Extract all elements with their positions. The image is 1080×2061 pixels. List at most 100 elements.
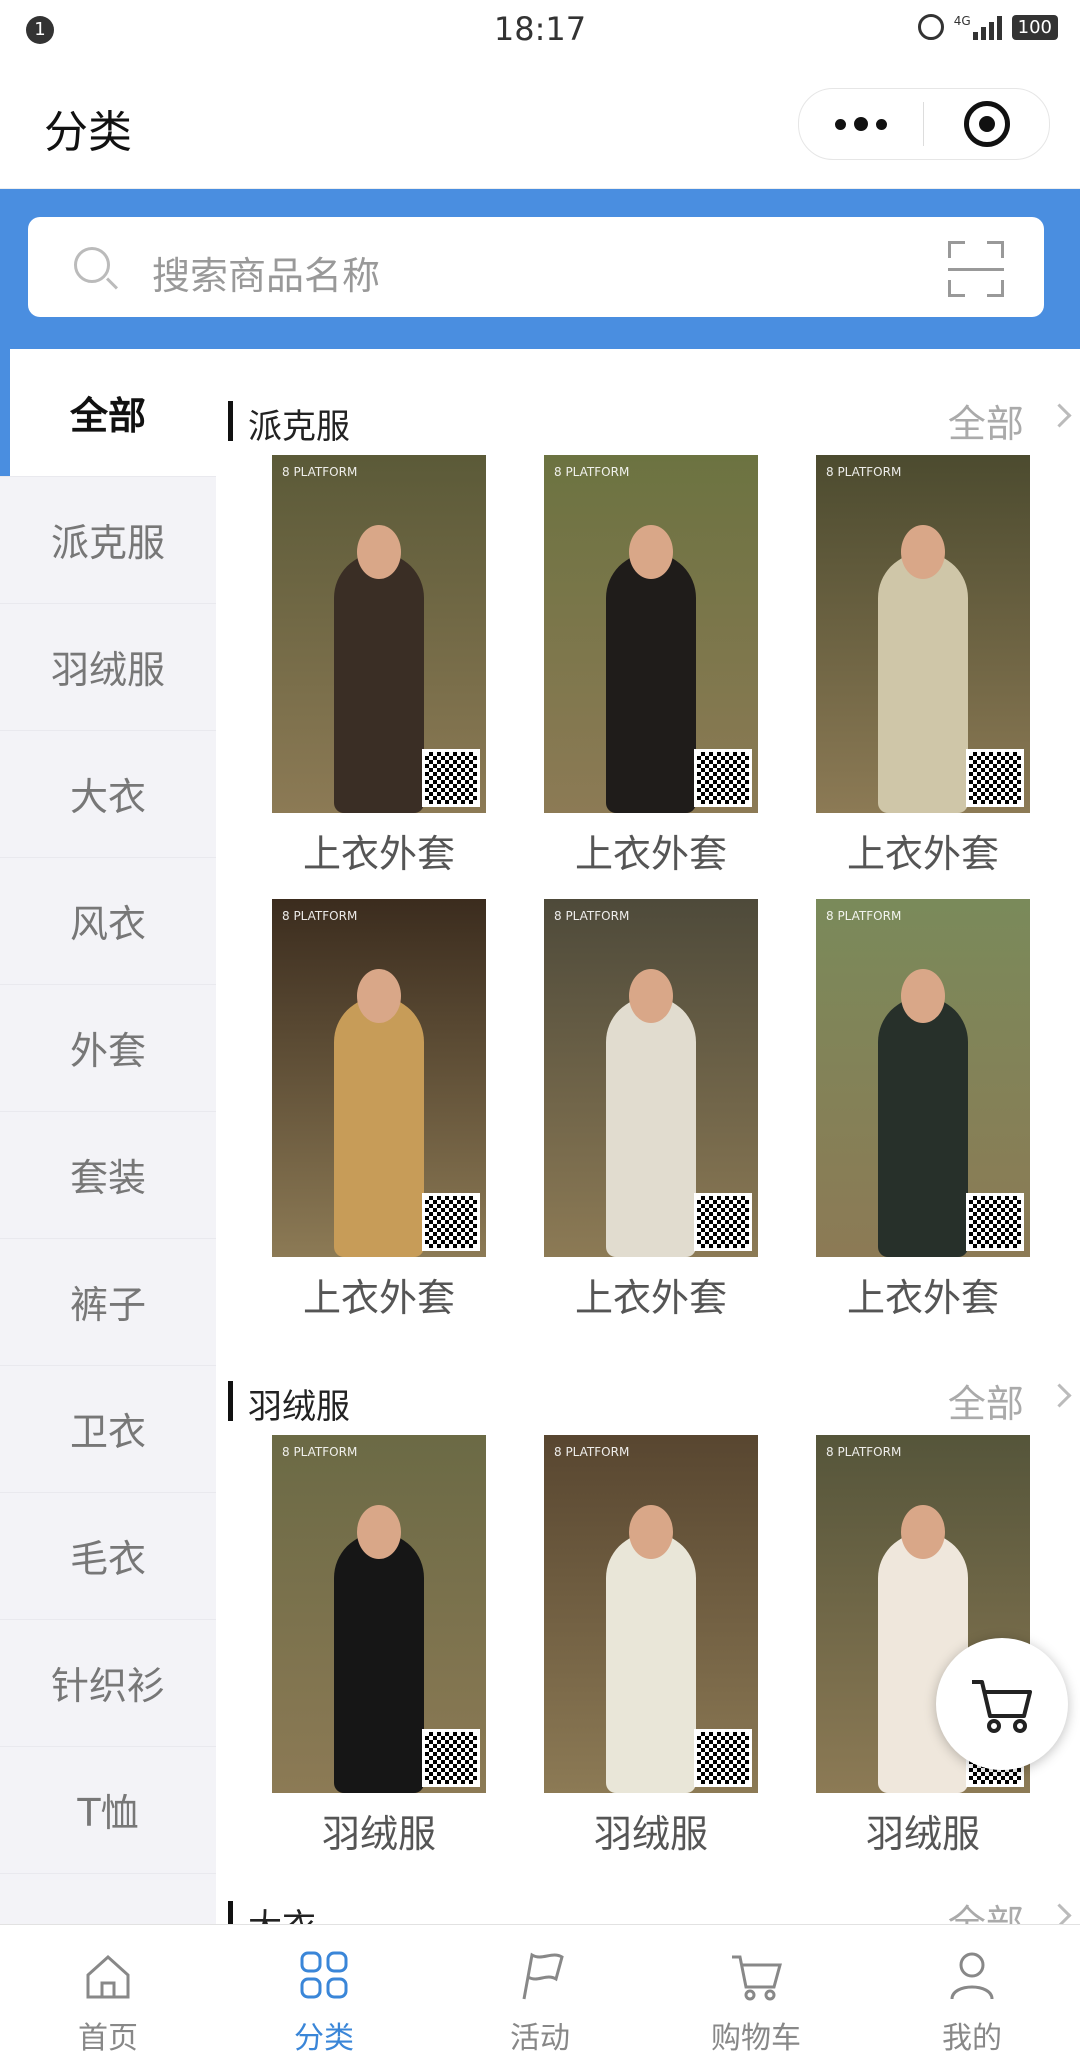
qr-code-icon	[694, 1193, 752, 1251]
product-card[interactable]: 8 PLATFORM 上衣外套	[816, 455, 1030, 878]
close-miniprogram-button[interactable]	[924, 101, 1049, 147]
sidebar-item[interactable]: 套装	[0, 1111, 216, 1239]
home-icon	[86, 1954, 130, 1999]
brand-logo: 8 PLATFORM	[282, 1445, 358, 1459]
product-label: 上衣外套	[846, 1276, 999, 1320]
product-image: 8 PLATFORM	[544, 899, 758, 1257]
tab-item[interactable]: 分类	[216, 1925, 432, 2061]
brand-logo: 8 PLATFORM	[826, 1445, 902, 1459]
product-label: 上衣外套	[302, 832, 455, 876]
sidebar-item[interactable]: 大衣	[0, 730, 216, 858]
search-input[interactable]: 搜索商品名称	[28, 217, 1044, 317]
profile-icon	[950, 1952, 994, 2000]
sidebar-item[interactable]: 羽绒服	[0, 603, 216, 731]
product-image: 8 PLATFORM	[272, 455, 486, 813]
battery-indicator: 100	[1011, 14, 1058, 40]
sidebar-item[interactable]: 针织衫	[0, 1619, 216, 1747]
sidebar-item[interactable]: 卫衣	[0, 1365, 216, 1493]
network-type: 4G	[953, 14, 971, 28]
model-figure	[334, 553, 424, 813]
miniprogram-capsule	[798, 88, 1050, 160]
product-image: 8 PLATFORM	[544, 1435, 758, 1793]
tab-item[interactable]: 购物车	[648, 1925, 864, 2061]
view-all-label: 全部	[947, 1382, 1024, 1426]
section-header: 大衣 全部	[228, 1889, 1072, 1924]
view-all-label: 全部	[947, 402, 1024, 446]
bottom-tab-bar: 首页 分类 活动 购物车 我的	[0, 1924, 1080, 2061]
tab-item[interactable]: 我的	[864, 1925, 1080, 2061]
tab-item[interactable]: 首页	[0, 1925, 216, 2061]
status-bar: 1 18:17 4G 100	[0, 0, 1080, 58]
sidebar-item[interactable]: 风衣	[0, 857, 216, 985]
section-header: 羽绒服 全部	[228, 1369, 1072, 1429]
model-head	[901, 1505, 945, 1559]
product-card[interactable]: 8 PLATFORM 上衣外套	[816, 899, 1030, 1322]
model-figure	[334, 1533, 424, 1793]
product-image: 8 PLATFORM	[272, 899, 486, 1257]
model-figure	[878, 997, 968, 1257]
section-view-all-link[interactable]: 全部	[948, 1373, 1048, 1428]
tab-label: 活动	[510, 2021, 570, 2056]
qr-code-icon	[966, 749, 1024, 807]
chevron-right-icon	[1047, 1903, 1072, 1924]
product-card[interactable]: 8 PLATFORM 上衣外套	[272, 455, 486, 878]
sidebar-item[interactable]: 全部	[0, 349, 216, 477]
section-view-all-link[interactable]: 全部	[948, 1893, 1048, 1924]
active-category-indicator	[0, 349, 10, 476]
product-card[interactable]: 8 PLATFORM 上衣外套	[544, 455, 758, 878]
floating-cart-button[interactable]	[936, 1638, 1068, 1770]
chevron-right-icon	[1047, 1383, 1072, 1408]
more-button[interactable]	[799, 89, 923, 159]
model-head	[357, 525, 401, 579]
model-head	[629, 969, 673, 1023]
section-marker	[228, 401, 233, 441]
product-label: 上衣外套	[302, 1276, 455, 1320]
qr-code-icon	[694, 1729, 752, 1787]
brand-logo: 8 PLATFORM	[282, 909, 358, 923]
signal-icon	[972, 14, 1002, 40]
product-label: 羽绒服	[321, 1812, 436, 1856]
qr-code-icon	[966, 1193, 1024, 1251]
product-card[interactable]: 8 PLATFORM 羽绒服	[544, 1435, 758, 1858]
section-header: 派克服 全部	[228, 389, 1072, 449]
flag-icon	[522, 1952, 564, 2000]
cart-icon	[972, 1680, 1032, 1733]
brand-logo: 8 PLATFORM	[282, 465, 358, 479]
section-view-all-link[interactable]: 全部	[948, 393, 1048, 448]
page-header: 分类	[0, 58, 1080, 189]
scan-icon[interactable]	[948, 241, 1004, 297]
product-card[interactable]: 8 PLATFORM 羽绒服	[272, 1435, 486, 1858]
model-figure	[606, 1533, 696, 1793]
chevron-right-icon	[1047, 403, 1072, 428]
tab-label: 分类	[294, 2021, 354, 2056]
page-title: 分类	[44, 107, 132, 158]
product-image: 8 PLATFORM	[272, 1435, 486, 1793]
category-sidebar: 全部 派克服 羽绒服 大衣 风衣 外套 套装 裤子 卫衣 毛衣 针织衫 T恤	[0, 349, 216, 1924]
product-label: 羽绒服	[865, 1812, 980, 1856]
sidebar-item[interactable]: 裤子	[0, 1238, 216, 1366]
model-head	[357, 969, 401, 1023]
sidebar-item[interactable]: 毛衣	[0, 1492, 216, 1620]
product-image: 8 PLATFORM	[816, 455, 1030, 813]
model-figure	[606, 997, 696, 1257]
cart-icon	[732, 1955, 782, 2001]
product-card[interactable]: 8 PLATFORM 上衣外套	[272, 899, 486, 1322]
tab-item[interactable]: 活动	[432, 1925, 648, 2061]
product-card[interactable]: 8 PLATFORM 上衣外套	[544, 899, 758, 1322]
sidebar-item[interactable]: 派克服	[0, 476, 216, 604]
target-close-icon	[963, 101, 1010, 147]
section-title: 羽绒服	[248, 1387, 350, 1427]
tab-label: 我的	[942, 2021, 1002, 2056]
product-label: 羽绒服	[593, 1812, 708, 1856]
section-marker	[228, 1381, 233, 1421]
tab-label: 购物车	[711, 2021, 801, 2056]
model-head	[629, 1505, 673, 1559]
model-figure	[878, 553, 968, 813]
model-head	[901, 525, 945, 579]
model-figure	[334, 997, 424, 1257]
qr-code-icon	[694, 749, 752, 807]
product-label: 上衣外套	[574, 1276, 727, 1320]
sidebar-item[interactable]: 外套	[0, 984, 216, 1112]
search-placeholder: 搜索商品名称	[152, 254, 381, 298]
sidebar-item[interactable]: T恤	[0, 1746, 216, 1874]
